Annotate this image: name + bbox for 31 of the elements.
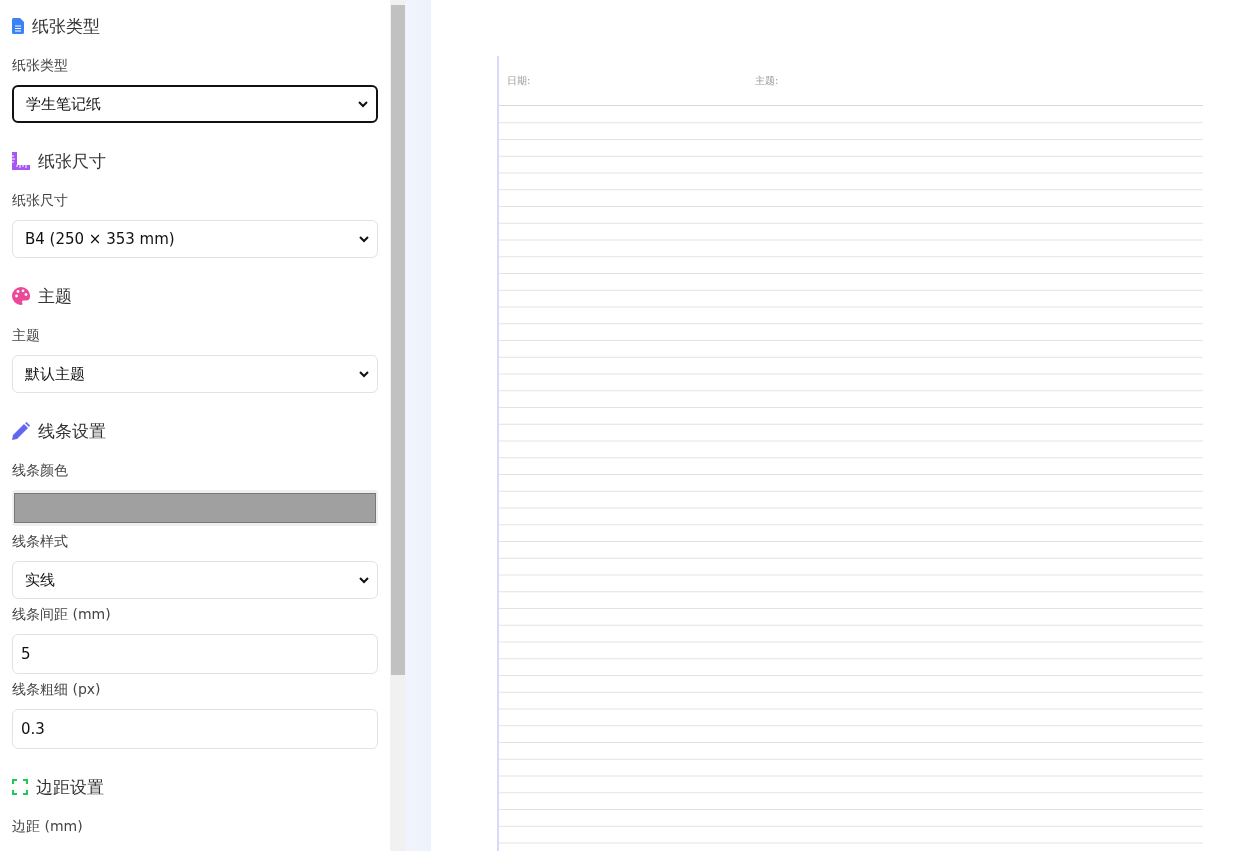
caret-icon [359, 576, 369, 584]
caret-icon [359, 235, 369, 243]
field-label: 纸张尺寸 [12, 191, 69, 210]
document-icon [12, 18, 24, 34]
field-label: 边距 (mm) [12, 817, 84, 836]
subject-label: 主题: [755, 73, 780, 88]
input-field[interactable]: 0.3 [12, 709, 378, 749]
select-dropdown[interactable]: 学生笔记纸 [12, 85, 378, 123]
ruler-icon [12, 152, 30, 170]
select-dropdown[interactable]: B4 (250 × 353 mm) [12, 220, 378, 258]
scrollbar[interactable] [390, 0, 406, 851]
caret-icon [359, 370, 369, 378]
field-label: 纸张类型 [12, 56, 69, 75]
fullscreen-icon [12, 779, 28, 795]
select-dropdown[interactable]: 实线 [12, 561, 378, 599]
section-title: 主题 [38, 284, 72, 308]
section-title: 边距设置 [36, 775, 104, 799]
field-label: 线条粗细 (px) [12, 680, 102, 699]
section-title: 纸张尺寸 [38, 149, 106, 173]
field-label: 线条样式 [12, 532, 69, 551]
palette-icon [12, 287, 30, 305]
select-dropdown[interactable]: 默认主题 [12, 355, 378, 393]
section-title: 纸张类型 [32, 14, 100, 38]
field-label: 线条颜色 [12, 461, 69, 480]
field-label: 主题 [12, 326, 41, 345]
date-label: 日期: [507, 73, 532, 88]
field-label: 线条间距 (mm) [12, 605, 112, 624]
section-title: 线条设置 [38, 419, 106, 443]
input-field[interactable]: 5 [12, 634, 378, 674]
caret-icon [358, 100, 368, 108]
pencil-icon [12, 422, 30, 440]
